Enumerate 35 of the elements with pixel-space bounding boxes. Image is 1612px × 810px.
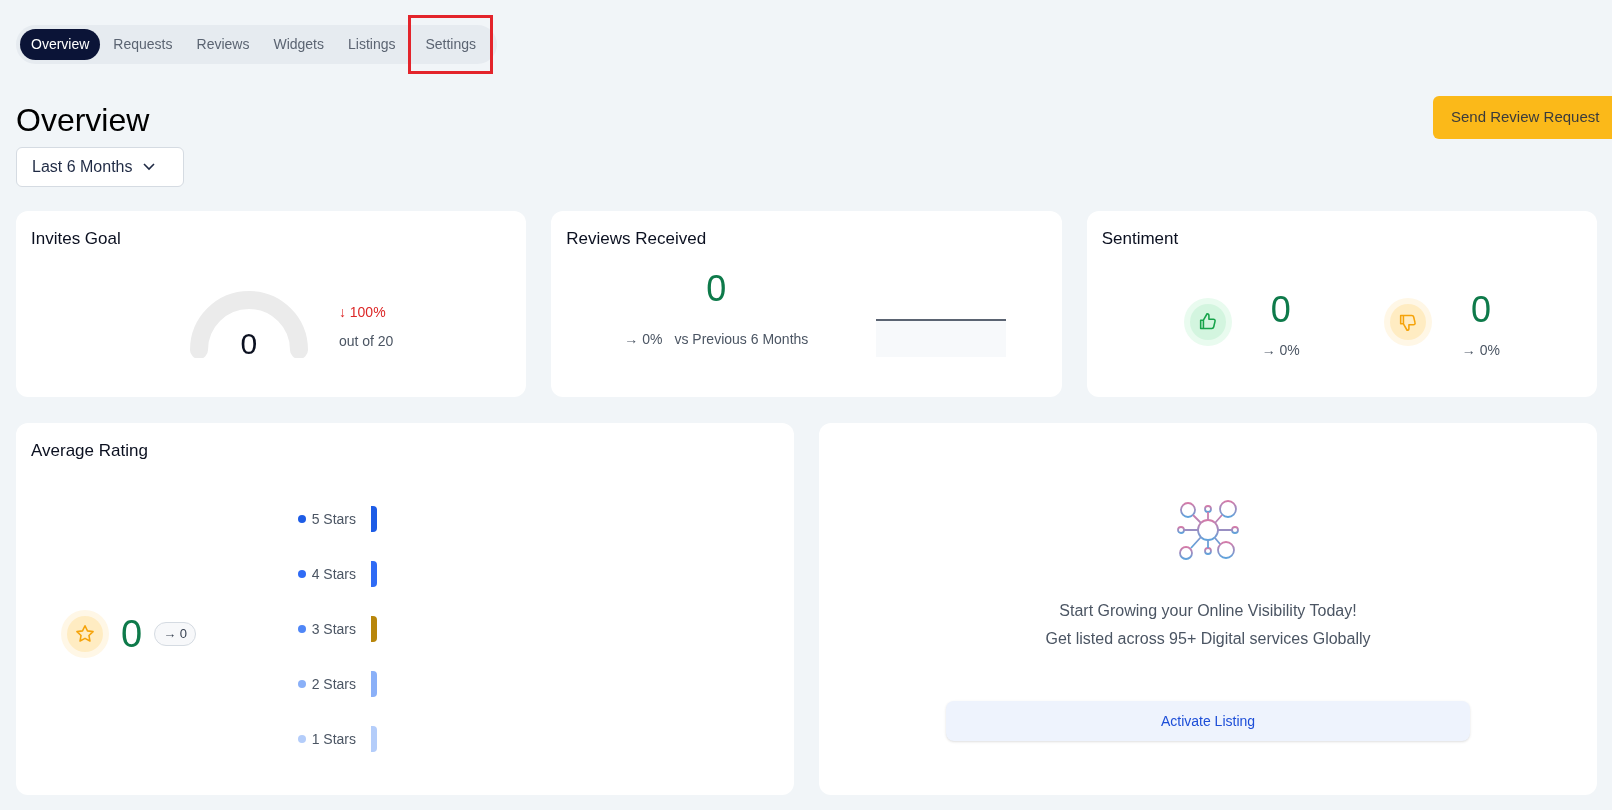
- star-icon: [74, 623, 96, 645]
- change-indicator: → 0%: [1461, 340, 1500, 360]
- change-indicator: → 0%: [1261, 340, 1300, 360]
- promo-text: Get listed across 95+ Digital services Globally: [1045, 629, 1371, 649]
- change-badge: → 0: [154, 622, 196, 646]
- card-title: Sentiment: [1101, 228, 1180, 250]
- card-title: Average Rating: [31, 440, 149, 462]
- tab[interactable]: Settings: [414, 29, 488, 60]
- promo-text: Start Growing your Online Visibility Today!: [1059, 601, 1357, 621]
- card-title: Invites Goal: [31, 228, 122, 250]
- tab[interactable]: Listings: [337, 29, 407, 60]
- change-indicator: → 0%: [624, 330, 663, 349]
- rating-label: 4 Stars: [311, 564, 356, 584]
- rating-label: 1 Stars: [311, 729, 356, 749]
- goal-target: out of 20: [338, 331, 394, 351]
- rating-label: 2 Stars: [311, 674, 356, 694]
- rating-label: 3 Stars: [311, 619, 356, 639]
- tab[interactable]: Reviews: [185, 29, 261, 60]
- gauge-value: 0: [239, 325, 259, 362]
- rating-label: 5 Stars: [311, 509, 356, 529]
- sentiment-count: 0: [1470, 291, 1491, 328]
- change-indicator: ↓ 100%: [338, 302, 387, 322]
- reviews-count: 0: [706, 271, 727, 307]
- tab[interactable]: Requests: [102, 29, 184, 60]
- activate-listing-button[interactable]: Activate Listing: [946, 701, 1470, 741]
- card-title: Reviews Received: [566, 228, 708, 250]
- send-review-request-button[interactable]: Send Review Request: [1433, 96, 1612, 139]
- period-dropdown[interactable]: Last 6 Months: [16, 147, 184, 187]
- tab[interactable]: Widgets: [262, 29, 335, 60]
- page-title: Overview: [16, 101, 150, 140]
- average-rating-value: 0: [121, 615, 143, 653]
- comparison-label: vs Previous 6 Months: [674, 330, 809, 349]
- tab[interactable]: Overview: [20, 29, 101, 60]
- chevron-down-icon: [142, 163, 155, 171]
- sentiment-count: 0: [1270, 291, 1291, 328]
